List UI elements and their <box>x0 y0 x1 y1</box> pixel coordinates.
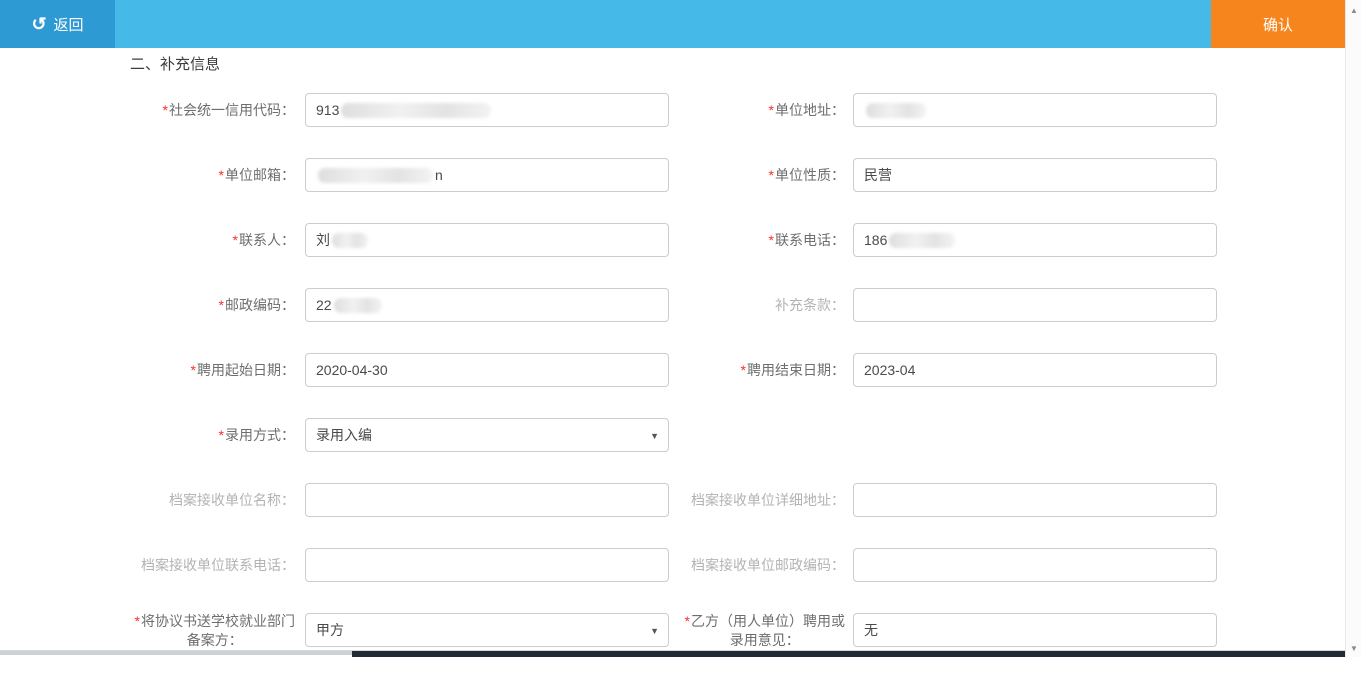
archive-phone-label: 档案接收单位联系电话： <box>0 548 295 582</box>
contact-person-label: *联系人： <box>0 223 295 257</box>
chevron-down-icon: ▼ <box>650 614 659 647</box>
filing-party-value: 甲方 <box>316 622 344 638</box>
form-row: *联系人： 刘 *联系电话： 186 <box>0 223 1345 288</box>
unit-nature-label: *单位性质： <box>669 158 845 192</box>
filing-party-select[interactable]: 甲方 ▼ <box>305 613 669 647</box>
unit-address-label: *单位地址： <box>669 93 845 127</box>
window-edge-light <box>0 651 352 655</box>
archive-name-input[interactable] <box>305 483 669 517</box>
back-button[interactable]: ↺ 返回 <box>0 0 115 48</box>
required-asterisk: * <box>769 102 774 118</box>
form-row: *邮政编码： 22 补充条款： <box>0 288 1345 353</box>
top-bar: ↺ 返回 确认 <box>0 0 1345 48</box>
archive-addr-input[interactable] <box>853 483 1217 517</box>
required-asterisk: * <box>135 613 140 629</box>
required-asterisk: * <box>163 102 168 118</box>
contact-phone-input[interactable]: 186 <box>853 223 1217 257</box>
party-b-opinion-input[interactable]: 无 <box>853 613 1217 647</box>
form-row: 档案接收单位名称： 档案接收单位详细地址： <box>0 483 1345 548</box>
archive-postal-input[interactable] <box>853 548 1217 582</box>
redacted-value <box>341 103 491 118</box>
hire-start-label: *聘用起始日期： <box>0 353 295 387</box>
supplement-terms-input[interactable] <box>853 288 1217 322</box>
credit-code-input[interactable]: 913 <box>305 93 669 127</box>
form-row: *社会统一信用代码： 913 *单位地址： <box>0 93 1345 158</box>
supplementary-info-form: *社会统一信用代码： 913 *单位地址： *单位邮箱： n *单位性质： <box>0 93 1345 678</box>
hire-start-value: 2020-04-30 <box>316 362 388 378</box>
scroll-down-icon[interactable]: ▼ <box>1346 644 1361 653</box>
unit-email-label: *单位邮箱： <box>0 158 295 192</box>
chevron-down-icon: ▼ <box>650 419 659 452</box>
required-asterisk: * <box>219 167 224 183</box>
party-b-opinion-label: *乙方（用人单位）聘用或 录用意见： <box>669 613 845 650</box>
recruit-mode-select[interactable]: 录用入编 ▼ <box>305 418 669 452</box>
scrollbar[interactable]: ▲ ▼ <box>1345 0 1361 657</box>
required-asterisk: * <box>233 232 238 248</box>
back-arrow-icon: ↺ <box>31 15 46 33</box>
redacted-value <box>866 103 926 118</box>
required-asterisk: * <box>769 167 774 183</box>
contact-phone-label: *联系电话： <box>669 223 845 257</box>
recruit-mode-label: *录用方式： <box>0 418 295 452</box>
form-row: 档案接收单位联系电话： 档案接收单位邮政编码： <box>0 548 1345 613</box>
back-button-label: 返回 <box>54 14 84 35</box>
form-row: *将协议书送学校就业部门 备案方： 甲方 ▼ *乙方（用人单位）聘用或 录用意见… <box>0 613 1345 678</box>
archive-name-label: 档案接收单位名称： <box>0 483 295 517</box>
unit-address-input[interactable] <box>853 93 1217 127</box>
filing-party-label: *将协议书送学校就业部门 备案方： <box>0 613 295 650</box>
unit-email-input[interactable]: n <box>305 158 669 192</box>
credit-code-value: 913 <box>316 102 339 118</box>
supplement-terms-label: 补充条款： <box>669 288 845 322</box>
redacted-value <box>332 233 368 248</box>
redacted-value <box>334 298 382 313</box>
required-asterisk: * <box>685 613 690 629</box>
form-row: *单位邮箱： n *单位性质： 民营 <box>0 158 1345 223</box>
scroll-up-icon[interactable]: ▲ <box>1346 6 1361 15</box>
postal-code-input[interactable]: 22 <box>305 288 669 322</box>
credit-code-label: *社会统一信用代码： <box>0 93 295 127</box>
form-row: *录用方式： 录用入编 ▼ <box>0 418 1345 483</box>
window-edge-dark <box>352 651 1345 657</box>
hire-start-input[interactable]: 2020-04-30 <box>305 353 669 387</box>
unit-nature-value: 民营 <box>864 167 892 183</box>
archive-postal-label: 档案接收单位邮政编码： <box>669 548 845 582</box>
required-asterisk: * <box>219 427 224 443</box>
redacted-value <box>889 233 955 248</box>
required-asterisk: * <box>219 297 224 313</box>
contact-person-input[interactable]: 刘 <box>305 223 669 257</box>
required-asterisk: * <box>741 362 746 378</box>
contact-person-value: 刘 <box>316 232 330 248</box>
hire-end-input[interactable]: 2023-04 <box>853 353 1217 387</box>
contact-phone-value: 186 <box>864 232 887 248</box>
recruit-mode-value: 录用入编 <box>316 427 372 443</box>
redacted-value <box>318 168 433 183</box>
required-asterisk: * <box>769 232 774 248</box>
form-row: *聘用起始日期： 2020-04-30 *聘用结束日期： 2023-04 <box>0 353 1345 418</box>
section-title: 二、补充信息 <box>130 53 220 74</box>
postal-code-value: 22 <box>316 297 332 313</box>
hire-end-value: 2023-04 <box>864 362 915 378</box>
archive-phone-input[interactable] <box>305 548 669 582</box>
hire-end-label: *聘用结束日期： <box>669 353 845 387</box>
unit-nature-input[interactable]: 民营 <box>853 158 1217 192</box>
form-page: 二、补充信息 *社会统一信用代码： 913 *单位地址： *单位邮箱： n <box>0 48 1345 657</box>
archive-addr-label: 档案接收单位详细地址： <box>669 483 845 517</box>
party-b-opinion-value: 无 <box>864 622 878 638</box>
confirm-button[interactable]: 确认 <box>1211 0 1345 48</box>
unit-email-value: n <box>435 167 443 183</box>
required-asterisk: * <box>191 362 196 378</box>
postal-code-label: *邮政编码： <box>0 288 295 322</box>
